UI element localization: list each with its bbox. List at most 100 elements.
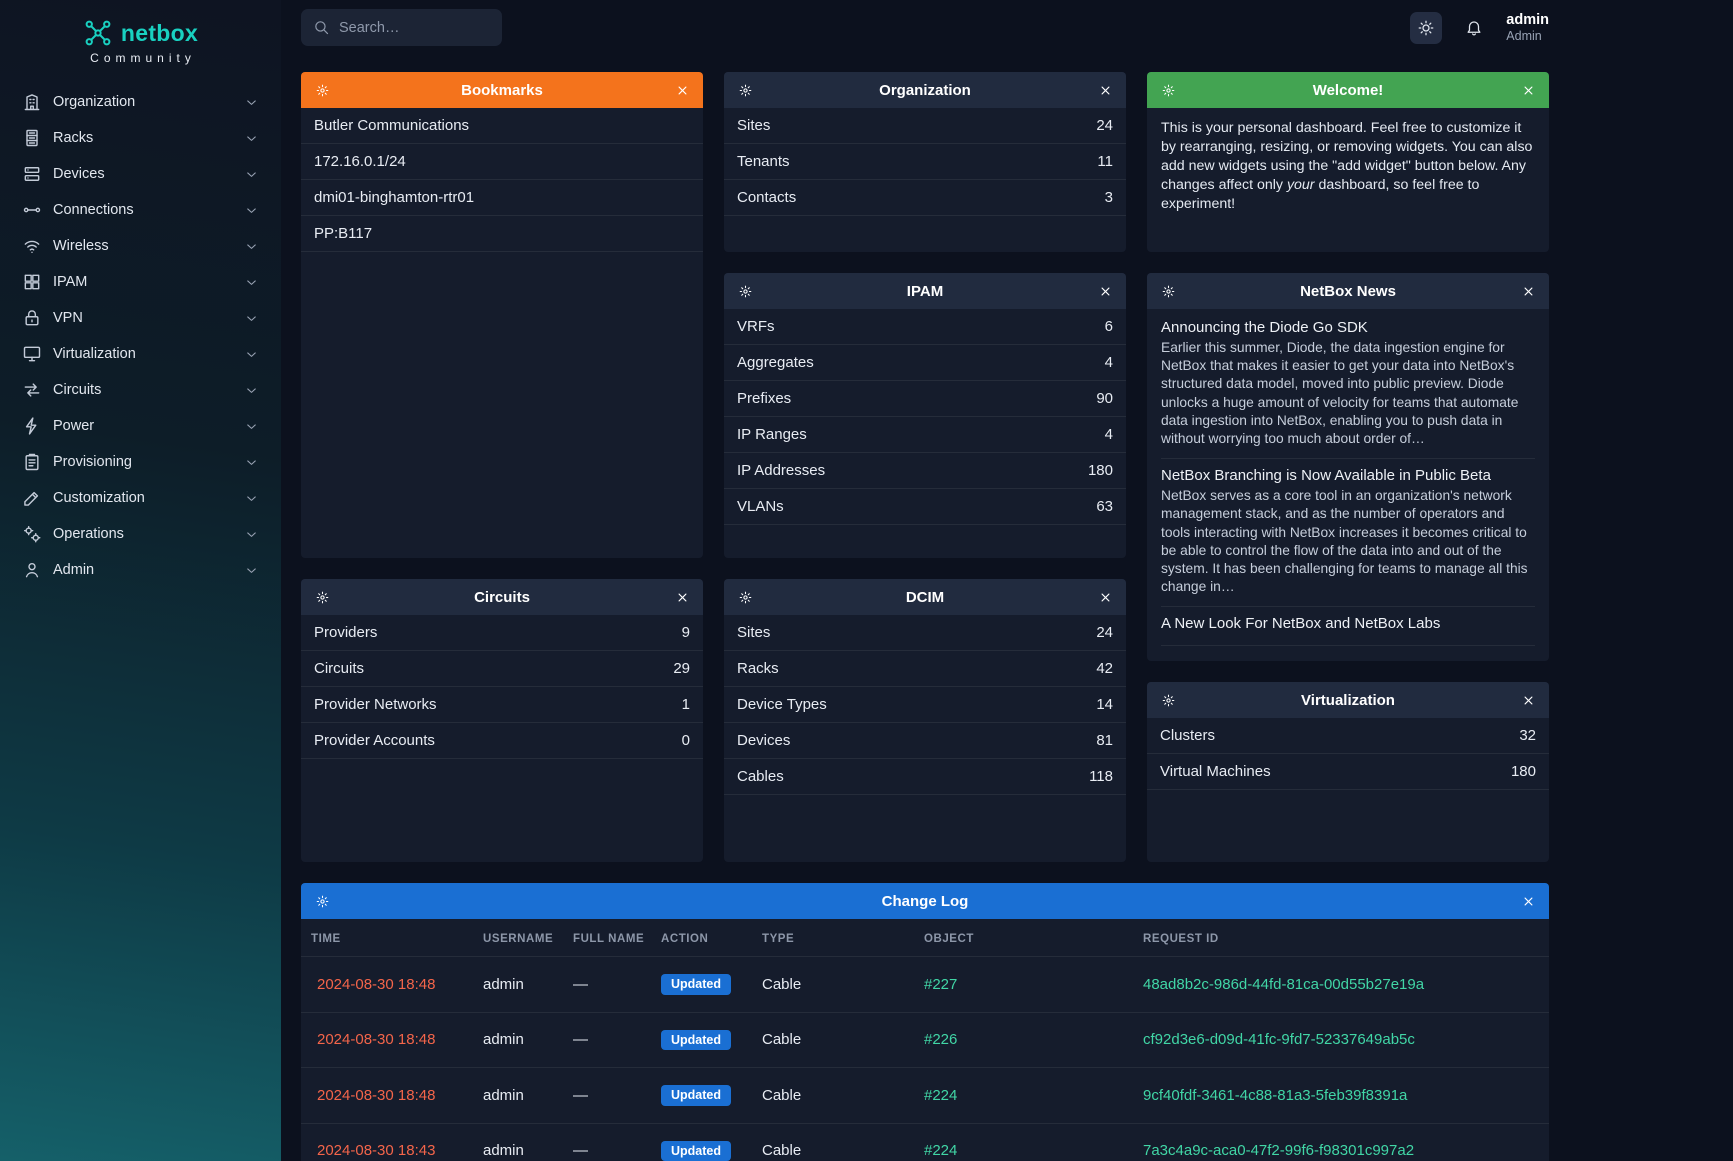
bookmark-item-dmi01-binghamton-rtr01[interactable]: dmi01-binghamton-rtr01 xyxy=(301,180,703,216)
widget-config-button[interactable] xyxy=(310,585,334,609)
widget-close-button[interactable] xyxy=(670,78,694,102)
widget-close-button[interactable] xyxy=(1516,78,1540,102)
user-menu[interactable]: admin Admin xyxy=(1506,11,1549,45)
stat-row-clusters[interactable]: Clusters 32 xyxy=(1147,718,1549,754)
sidebar-item-racks[interactable]: Racks xyxy=(14,121,267,155)
stat-row-sites[interactable]: Sites 24 xyxy=(724,108,1126,144)
close-icon xyxy=(1098,83,1113,98)
sidebar-item-virtualization[interactable]: Virtualization xyxy=(14,337,267,371)
sidebar-item-ipam[interactable]: IPAM xyxy=(14,265,267,299)
stat-row-provider-networks[interactable]: Provider Networks 1 xyxy=(301,687,703,723)
widget-close-button[interactable] xyxy=(1093,279,1117,303)
sidebar-item-icon xyxy=(22,128,42,148)
changelog-requestid-link[interactable]: cf92d3e6-d09d-41fc-9fd7-52337649ab5c xyxy=(1143,1031,1415,1048)
stat-row-tenants[interactable]: Tenants 11 xyxy=(724,144,1126,180)
sidebar-item-organization[interactable]: Organization xyxy=(14,85,267,119)
widget-config-button[interactable] xyxy=(733,78,757,102)
changelog-cell-object: #226 xyxy=(914,1012,1133,1068)
widget-close-button[interactable] xyxy=(1093,78,1117,102)
widget-close-button[interactable] xyxy=(1093,585,1117,609)
sidebar-item-provisioning[interactable]: Provisioning xyxy=(14,445,267,479)
widget-config-button[interactable] xyxy=(1156,78,1180,102)
widget-config-button[interactable] xyxy=(733,279,757,303)
widget-virtualization: Virtualization Clusters 32 xyxy=(1147,682,1549,862)
widget-close-button[interactable] xyxy=(1516,889,1540,913)
sidebar-item-label: Circuits xyxy=(53,382,101,398)
widget-netbox-news: NetBox News Announcing the Diode Go SDK … xyxy=(1147,273,1549,661)
stat-row-virtual-machines[interactable]: Virtual Machines 180 xyxy=(1147,754,1549,790)
stat-row-circuits[interactable]: Circuits 29 xyxy=(301,651,703,687)
stat-row-devices[interactable]: Devices 81 xyxy=(724,723,1126,759)
sidebar-item-power[interactable]: Power xyxy=(14,409,267,443)
stat-row-provider-accounts[interactable]: Provider Accounts 0 xyxy=(301,723,703,759)
welcome-text-italic: your xyxy=(1287,177,1315,193)
sidebar-item-admin[interactable]: Admin xyxy=(14,553,267,587)
stat-row-ip-ranges[interactable]: IP Ranges 4 xyxy=(724,417,1126,453)
widget-close-button[interactable] xyxy=(1516,279,1540,303)
bookmark-item-pp-b117[interactable]: PP:B117 xyxy=(301,216,703,252)
sidebar-item-circuits[interactable]: Circuits xyxy=(14,373,267,407)
widget-config-button[interactable] xyxy=(310,889,334,913)
changelog-requestid-link[interactable]: 7a3c4a9c-aca0-47f2-99f6-f98301c997a2 xyxy=(1143,1142,1414,1159)
sidebar-item-operations[interactable]: Operations xyxy=(14,517,267,551)
stat-value: 42 xyxy=(1096,660,1113,677)
sidebar-item-icon xyxy=(22,380,42,400)
changelog-object-link[interactable]: #226 xyxy=(924,1031,957,1048)
changelog-requestid-link[interactable]: 9cf40fdf-3461-4c88-81a3-5feb39f8391a xyxy=(1143,1087,1407,1104)
changelog-object-link[interactable]: #227 xyxy=(924,976,957,993)
stat-row-device-types[interactable]: Device Types 14 xyxy=(724,687,1126,723)
sidebar-item-wireless[interactable]: Wireless xyxy=(14,229,267,263)
changelog-object-link[interactable]: #224 xyxy=(924,1142,957,1159)
changelog-cell-time: 2024-08-30 18:43 xyxy=(301,1123,473,1161)
stat-row-contacts[interactable]: Contacts 3 xyxy=(724,180,1126,216)
stat-row-providers[interactable]: Providers 9 xyxy=(301,615,703,651)
virtualization-stats: Clusters 32 Virtual Machines 180 xyxy=(1147,718,1549,862)
notifications-button[interactable] xyxy=(1458,12,1490,44)
changelog-object-link[interactable]: #224 xyxy=(924,1087,957,1104)
search-input[interactable] xyxy=(339,20,490,36)
stat-row-aggregates[interactable]: Aggregates 4 xyxy=(724,345,1126,381)
bookmark-item-172-16-0-1-24[interactable]: 172.16.0.1/24 xyxy=(301,144,703,180)
news-headline-link[interactable]: A New Look For NetBox and NetBox Labs xyxy=(1161,615,1535,632)
widget-config-button[interactable] xyxy=(1156,688,1180,712)
changelog-time-link[interactable]: 2024-08-30 18:48 xyxy=(317,1087,435,1104)
stat-row-vlans[interactable]: VLANs 63 xyxy=(724,489,1126,525)
stat-label: Circuits xyxy=(314,660,364,677)
theme-toggle-button[interactable] xyxy=(1410,12,1442,44)
widget-circuits-header: Circuits xyxy=(301,579,703,615)
changelog-time-link[interactable]: 2024-08-30 18:43 xyxy=(317,1142,435,1159)
main-area: admin Admin Bookmarks xyxy=(281,0,1733,1161)
sidebar-item-connections[interactable]: Connections xyxy=(14,193,267,227)
sidebar-item-label: Provisioning xyxy=(53,454,132,470)
widget-close-button[interactable] xyxy=(670,585,694,609)
bookmark-item-butler-communications[interactable]: Butler Communications xyxy=(301,108,703,144)
widget-config-button[interactable] xyxy=(1156,279,1180,303)
search-box[interactable] xyxy=(301,9,502,46)
changelog-requestid-link[interactable]: 48ad8b2c-986d-44fd-81ca-00d55b27e19a xyxy=(1143,976,1424,993)
stat-row-vrfs[interactable]: VRFs 6 xyxy=(724,309,1126,345)
widget-close-button[interactable] xyxy=(1516,688,1540,712)
changelog-time-link[interactable]: 2024-08-30 18:48 xyxy=(317,1031,435,1048)
changelog-time-link[interactable]: 2024-08-30 18:48 xyxy=(317,976,435,993)
brand-logo[interactable]: netbox Community xyxy=(0,12,281,79)
sidebar-item-label: Connections xyxy=(53,202,134,218)
sidebar-item-vpn[interactable]: VPN xyxy=(14,301,267,335)
sidebar-item-devices[interactable]: Devices xyxy=(14,157,267,191)
stat-label: Providers xyxy=(314,624,377,641)
stat-row-sites[interactable]: Sites 24 xyxy=(724,615,1126,651)
sidebar-item-customization[interactable]: Customization xyxy=(14,481,267,515)
close-icon xyxy=(675,590,690,605)
stat-row-racks[interactable]: Racks 42 xyxy=(724,651,1126,687)
sidebar-item-label: Power xyxy=(53,418,94,434)
news-headline-link[interactable]: Announcing the Diode Go SDK xyxy=(1161,319,1535,336)
gear-icon xyxy=(738,284,753,299)
stat-row-cables[interactable]: Cables 118 xyxy=(724,759,1126,795)
user-name: admin xyxy=(1506,11,1549,29)
stat-value: 9 xyxy=(682,624,690,641)
widget-config-button[interactable] xyxy=(733,585,757,609)
sidebar-item-label: VPN xyxy=(53,310,83,326)
stat-row-ip-addresses[interactable]: IP Addresses 180 xyxy=(724,453,1126,489)
news-headline-link[interactable]: NetBox Branching is Now Available in Pub… xyxy=(1161,467,1535,484)
stat-row-prefixes[interactable]: Prefixes 90 xyxy=(724,381,1126,417)
widget-config-button[interactable] xyxy=(310,78,334,102)
